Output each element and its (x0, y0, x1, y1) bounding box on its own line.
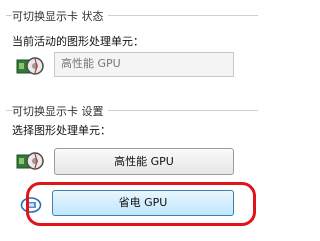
status-group-title: 可切换显示卡 状态 (12, 8, 108, 24)
current-gpu-field: 高性能 GPU (54, 52, 234, 77)
select-gpu-label: 选择图形处理单元： (12, 124, 111, 137)
red-highlight-annotation (26, 182, 256, 226)
graphics-card-icon (16, 152, 44, 170)
settings-group-title: 可切换显示卡 设置 (12, 103, 108, 119)
current-gpu-label: 当前活动的图形处理单元： (12, 35, 144, 48)
graphics-card-icon (16, 57, 44, 75)
high-performance-gpu-button[interactable]: 高性能 GPU (54, 148, 234, 175)
